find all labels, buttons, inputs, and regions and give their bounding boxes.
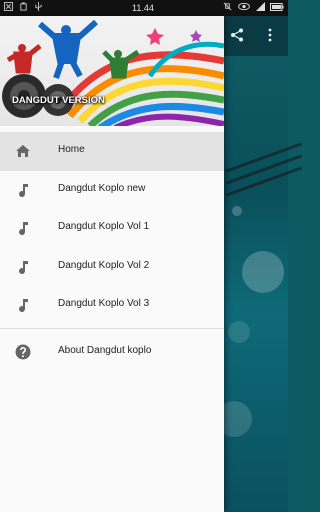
drawer-header-title: DANGDUT VERSION: [12, 95, 105, 106]
drawer-header: DANGDUT VERSION: [0, 16, 224, 126]
menu-item-label: Home: [58, 144, 85, 155]
eye-icon: [238, 2, 250, 11]
menu-item-home[interactable]: Home: [0, 132, 224, 171]
decor-bubble: [228, 321, 250, 343]
overflow-menu-icon[interactable]: [268, 28, 272, 42]
mute-icon: [223, 2, 232, 11]
music-note-icon: [19, 299, 28, 313]
menu-item-label: About Dangdut koplo: [58, 344, 152, 356]
app-bar: [224, 16, 288, 56]
share-icon[interactable]: [230, 28, 244, 42]
status-time: 11.44: [132, 3, 154, 13]
help-circle-icon: [15, 344, 31, 359]
menu-item-dangdut-koplo-vol-1[interactable]: Dangdut Koplo Vol 1: [0, 209, 224, 248]
music-note-icon: [19, 183, 28, 197]
menu-item-about[interactable]: About Dangdut koplo: [0, 333, 224, 372]
menu-item-dangdut-koplo-vol-2[interactable]: Dangdut Koplo Vol 2: [0, 248, 224, 287]
decor-bubble: [242, 251, 284, 293]
usb-icon: [20, 2, 27, 11]
drawer-menu: Home Dangdut Koplo new Dangdut Koplo Vol…: [0, 132, 224, 371]
signal-icon: [256, 2, 265, 11]
usb-trident-icon: [35, 2, 42, 11]
menu-item-label: Dangdut Koplo Vol 2: [58, 259, 150, 271]
decor-bubble: [232, 206, 242, 216]
menu-item-label: Dangdut Koplo Vol 3: [58, 298, 150, 309]
menu-item-label: Dangdut Koplo new: [58, 182, 146, 194]
main-content-backdrop[interactable]: [216, 16, 303, 512]
battery-icon: [270, 2, 284, 11]
menu-item-dangdut-koplo-vol-3[interactable]: Dangdut Koplo Vol 3: [0, 286, 224, 325]
close-box-icon: [4, 2, 13, 11]
status-bar: 11.44: [0, 0, 288, 16]
music-note-icon: [19, 260, 28, 274]
menu-divider: [0, 327, 224, 329]
navigation-drawer: DANGDUT VERSION Home Dangdut Koplo new D…: [0, 16, 224, 512]
menu-item-dangdut-koplo-new[interactable]: Dangdut Koplo new: [0, 171, 224, 210]
music-note-icon: [19, 222, 28, 236]
menu-item-label: Dangdut Koplo Vol 1: [58, 221, 150, 232]
home-icon: [16, 145, 30, 157]
header-artwork: [2, 19, 224, 126]
